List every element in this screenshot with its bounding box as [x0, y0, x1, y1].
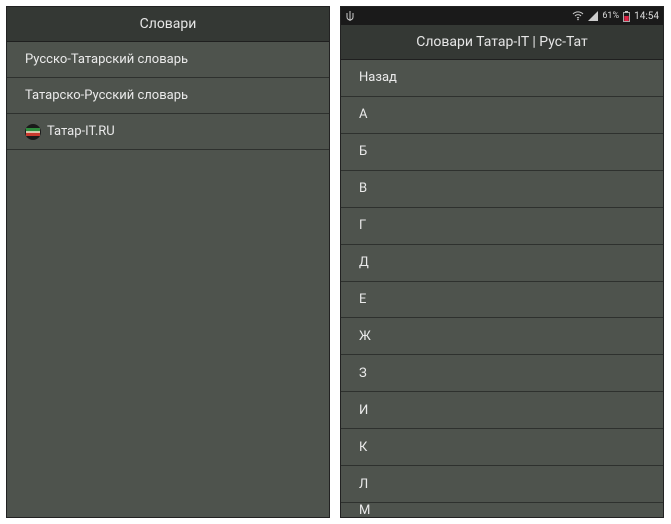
- phone-screen-alphabet: 61% 14:54 Словари Татар-IT | Рус-Тат Наз…: [340, 6, 664, 518]
- list-item-label: И: [359, 403, 645, 418]
- list-item-label: К: [359, 440, 645, 455]
- list-item-label: А: [359, 107, 645, 122]
- clock-time: 14:54: [634, 11, 659, 22]
- dictionary-item-rus-tat[interactable]: Русско-Татарский словарь: [7, 42, 329, 78]
- letter-item[interactable]: Б: [341, 134, 663, 171]
- dictionary-list: Русско-Татарский словарь Татарско-Русски…: [7, 42, 329, 517]
- list-item-label: М: [359, 503, 645, 517]
- list-item-label: Б: [359, 144, 645, 159]
- header-title: Словари Татар-IT | Рус-Тат: [416, 34, 588, 50]
- letter-item[interactable]: Д: [341, 245, 663, 282]
- battery-icon: [623, 11, 630, 22]
- list-item-label: Татарско-Русский словарь: [25, 88, 311, 103]
- battery-percent: 61%: [602, 11, 619, 21]
- list-item-label: Д: [359, 255, 645, 270]
- letter-item[interactable]: В: [341, 171, 663, 208]
- letter-item[interactable]: Г: [341, 208, 663, 245]
- header-bar: Словари Татар-IT | Рус-Тат: [341, 25, 663, 60]
- phone-screen-dictionaries: Словари Русско-Татарский словарь Татарск…: [6, 6, 330, 518]
- letter-item[interactable]: К: [341, 429, 663, 466]
- list-item-label: З: [359, 366, 645, 381]
- list-item-label: Назад: [359, 70, 645, 85]
- letter-item[interactable]: И: [341, 392, 663, 429]
- alphabet-list: Назад А Б В Г Д Е Ж З И К Л М: [341, 60, 663, 517]
- letter-item[interactable]: М: [341, 503, 663, 517]
- list-item-label: Л: [359, 477, 645, 492]
- header-title: Словари: [140, 16, 197, 32]
- status-bar: 61% 14:54: [341, 7, 663, 25]
- header-bar: Словари: [7, 7, 329, 42]
- back-item[interactable]: Назад: [341, 60, 663, 97]
- empty-area: [7, 150, 329, 517]
- wifi-icon: [572, 11, 584, 21]
- list-item-label: Е: [359, 292, 645, 307]
- letter-item[interactable]: Ж: [341, 318, 663, 355]
- list-item-label: Ж: [359, 329, 645, 344]
- dictionary-item-tatar-it-ru[interactable]: Татар-IT.RU: [7, 114, 329, 150]
- tatar-it-flag-icon: [25, 124, 47, 140]
- letter-item[interactable]: Л: [341, 466, 663, 503]
- list-item-label: Татар-IT.RU: [47, 124, 311, 139]
- list-item-label: Г: [359, 218, 645, 233]
- list-item-label: Русско-Татарский словарь: [25, 52, 311, 67]
- letter-item[interactable]: А: [341, 97, 663, 134]
- psi-icon: [345, 11, 355, 21]
- list-item-label: В: [359, 181, 645, 196]
- signal-icon: [588, 11, 598, 21]
- dictionary-item-tat-rus[interactable]: Татарско-Русский словарь: [7, 78, 329, 114]
- letter-item[interactable]: З: [341, 355, 663, 392]
- letter-item[interactable]: Е: [341, 282, 663, 319]
